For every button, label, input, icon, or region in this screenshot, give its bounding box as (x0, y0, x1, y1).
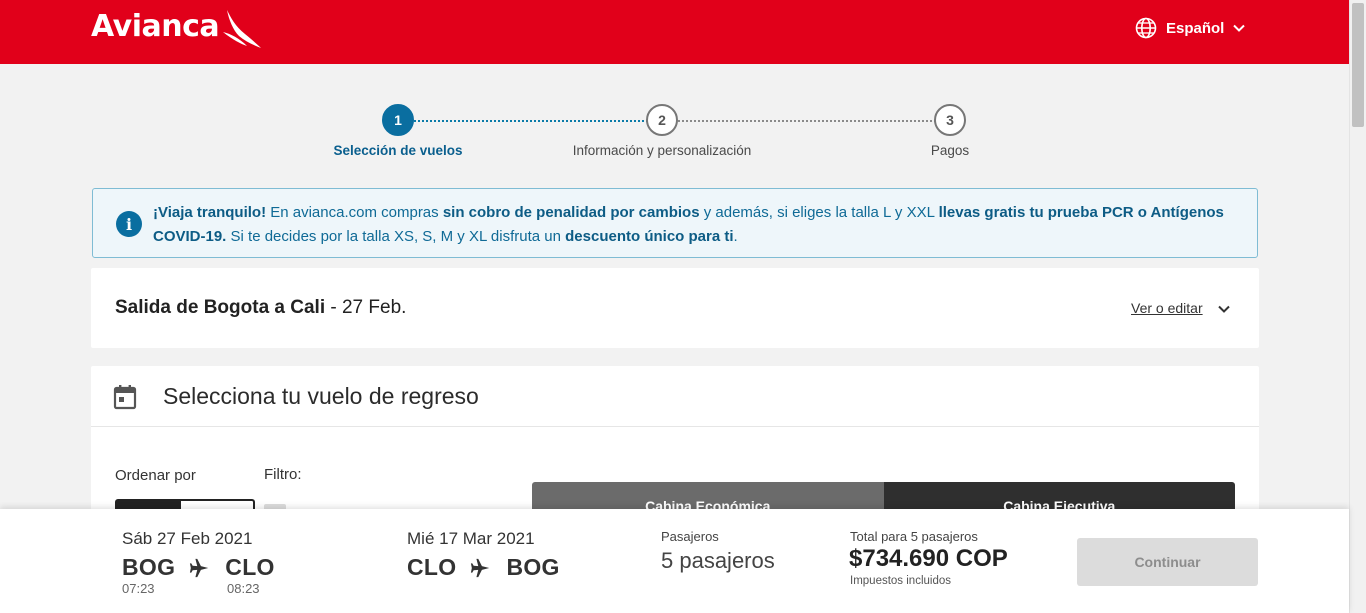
outbound-title: Salida de Bogota a Cali - 27 Feb. (115, 297, 406, 319)
passengers-value: 5 pasajeros (661, 548, 775, 573)
banner-text-part: ¡Viaja tranquilo! (153, 204, 267, 221)
booking-stepper: 1 2 3 Selección de vuelos Información y … (0, 100, 1349, 170)
top-header: Avianca Español (0, 0, 1349, 64)
taxes-note: Impuestos incluidos (850, 575, 951, 587)
banner-text-part: sin cobro de penalidad por cambios (442, 204, 700, 221)
airplane-icon (190, 558, 209, 577)
filter-label: Filtro: (264, 466, 302, 483)
avianca-logo[interactable]: Avianca (91, 8, 262, 50)
outbound-flight-card: Salida de Bogota a Cali - 27 Feb. Ver o … (91, 268, 1259, 348)
step-1-label: Selección de vuelos (333, 143, 463, 158)
booking-summary-bar: Sáb 27 Feb 2021 BOG CLO 07:23 08:23 Mié … (0, 509, 1349, 613)
arrival-time: 08:23 (227, 581, 260, 596)
passengers-label: Pasajeros (661, 529, 719, 544)
outbound-times: 07:23 08:23 (122, 581, 275, 596)
total-label: Total para 5 pasajeros (850, 529, 978, 544)
banner-text-part: y además, si eliges la talla L y XXL (699, 204, 939, 221)
step-1-circle: 1 (382, 104, 414, 136)
outbound-summary: Sáb 27 Feb 2021 BOG CLO 07:23 08:23 (122, 529, 275, 596)
brand-name: Avianca (91, 9, 220, 44)
calendar-icon (113, 385, 137, 410)
airplane-icon (471, 558, 490, 577)
destination-code: CLO (225, 554, 275, 580)
chevron-down-icon (1233, 24, 1246, 32)
return-summary-route: CLO BOG (407, 554, 560, 581)
banner-text-part: . (733, 228, 738, 245)
page-scrollbar[interactable] (1349, 0, 1366, 613)
step-3-label: Pagos (930, 143, 970, 158)
departure-time: 07:23 (122, 581, 155, 596)
step-2-circle: 2 (646, 104, 678, 136)
step-3-circle: 3 (934, 104, 966, 136)
bird-logo-icon (223, 10, 262, 48)
banner-text-part: En avianca.com compras (266, 204, 443, 221)
step-2-label: Información y personalización (572, 143, 752, 158)
scrollbar-thumb[interactable] (1352, 3, 1364, 127)
return-section-header: Selecciona tu vuelo de regreso (91, 366, 1259, 427)
view-edit-link[interactable]: Ver o editar (1131, 300, 1203, 316)
banner-message: ¡Viaja tranquilo! En avianca.com compras… (153, 201, 1243, 249)
origin-code: CLO (407, 554, 457, 580)
chevron-down-icon[interactable] (1217, 302, 1231, 316)
banner-text-part: descuento único para ti (565, 228, 734, 245)
continue-button[interactable]: Continuar (1077, 538, 1258, 586)
banner-text-part: Si te decides por la talla XS, S, M y XL… (226, 228, 566, 245)
destination-code: BOG (506, 554, 560, 580)
info-banner: i ¡Viaja tranquilo! En avianca.com compr… (92, 188, 1258, 258)
globe-icon (1135, 17, 1157, 39)
outbound-route: Salida de Bogota a Cali (115, 297, 326, 318)
step-connector-2 (678, 120, 936, 122)
outbound-summary-route: BOG CLO (122, 554, 275, 581)
language-selector[interactable]: Español (1135, 16, 1246, 40)
sort-label: Ordenar por (115, 467, 196, 484)
return-section-title: Selecciona tu vuelo de regreso (163, 383, 479, 409)
return-summary: Mié 17 Mar 2021 CLO BOG (407, 529, 560, 581)
outbound-summary-date: Sáb 27 Feb 2021 (122, 529, 253, 548)
outbound-date: - 27 Feb. (325, 297, 407, 318)
info-icon: i (116, 211, 142, 237)
step-connector-1 (414, 120, 648, 122)
return-summary-date: Mié 17 Mar 2021 (407, 529, 535, 548)
total-price: $734.690 COP (849, 545, 1008, 572)
origin-code: BOG (122, 554, 176, 580)
language-label: Español (1166, 19, 1225, 37)
